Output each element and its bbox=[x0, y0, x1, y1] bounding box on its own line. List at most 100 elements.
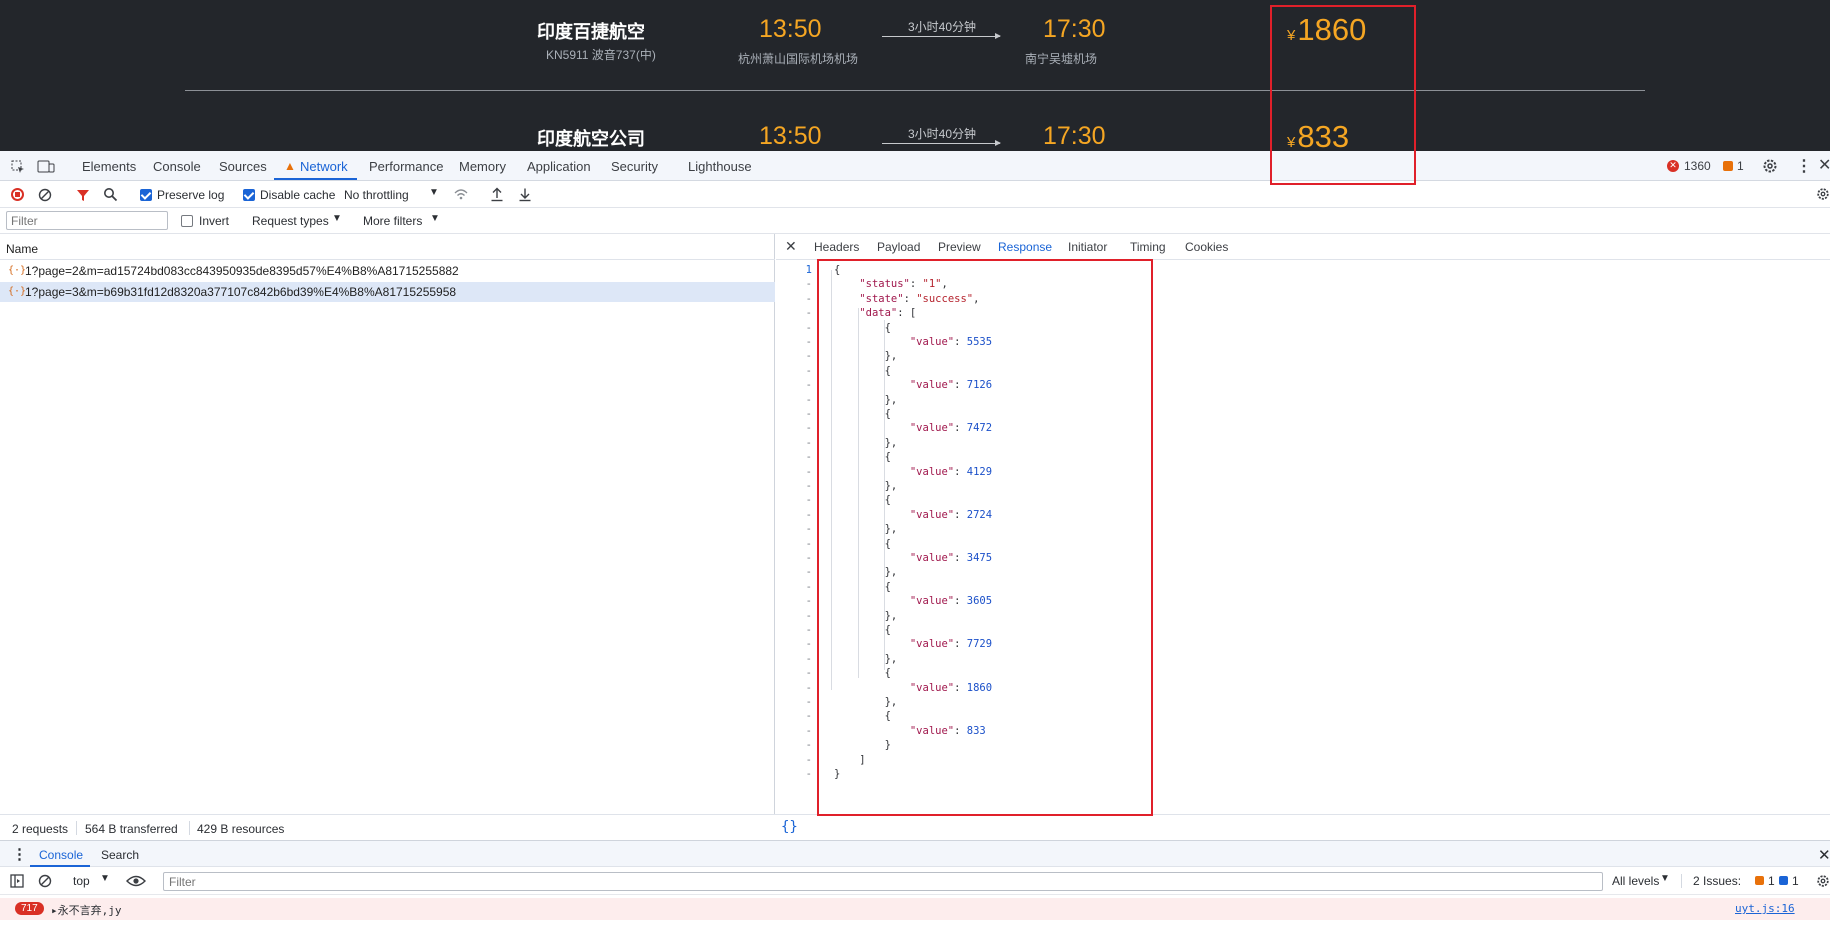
response-highlight-box bbox=[817, 259, 1153, 816]
throttling-select[interactable]: No throttling bbox=[344, 188, 409, 202]
repeat-count-badge: 717 bbox=[15, 902, 44, 915]
issue-warning-count[interactable]: 1 bbox=[1768, 874, 1775, 888]
tab-lighthouse[interactable]: Lighthouse bbox=[688, 159, 752, 174]
line-marker: - bbox=[805, 451, 812, 463]
issues-label[interactable]: 2 Issues: bbox=[1693, 874, 1741, 888]
warning-badge-icon[interactable] bbox=[1723, 161, 1733, 171]
console-settings-gear-icon[interactable] bbox=[1816, 874, 1830, 888]
line-marker: - bbox=[805, 394, 812, 406]
sidebar-toggle-icon[interactable] bbox=[10, 874, 24, 888]
line-marker: - bbox=[805, 696, 812, 708]
pretty-print-icon[interactable]: {} bbox=[781, 819, 798, 835]
error-icon[interactable]: ✕ bbox=[1667, 160, 1679, 172]
tab-headers[interactable]: Headers bbox=[814, 240, 859, 254]
line-marker: - bbox=[805, 638, 812, 650]
line-marker: - bbox=[805, 466, 812, 478]
tab-elements[interactable]: Elements bbox=[82, 159, 136, 174]
clear-icon[interactable] bbox=[38, 188, 52, 202]
invert-checkbox[interactable] bbox=[181, 215, 193, 227]
chevron-down-icon[interactable]: ▼ bbox=[430, 213, 440, 224]
request-row[interactable]: {·} 1?page=2&m=ad15724bd083cc843950935de… bbox=[0, 261, 775, 281]
console-filter-input[interactable] bbox=[163, 872, 1603, 891]
network-conditions-icon[interactable] bbox=[453, 187, 469, 201]
network-settings-gear-icon[interactable] bbox=[1816, 187, 1830, 201]
line-marker: - bbox=[805, 494, 812, 506]
flight-separator bbox=[185, 90, 1645, 91]
preserve-log-checkbox[interactable] bbox=[140, 189, 152, 201]
error-count[interactable]: 1360 bbox=[1684, 159, 1711, 173]
line-marker: - bbox=[805, 422, 812, 434]
tab-performance[interactable]: Performance bbox=[369, 159, 443, 174]
tab-payload[interactable]: Payload bbox=[877, 240, 920, 254]
line-marker: - bbox=[805, 437, 812, 449]
warning-count[interactable]: 1 bbox=[1737, 159, 1744, 173]
network-status-bar: 2 requests 564 B transferred 429 B resou… bbox=[0, 814, 1830, 840]
filter-funnel-icon[interactable] bbox=[76, 188, 90, 202]
departure-time: 13:50 bbox=[759, 122, 822, 150]
source-link[interactable]: uyt.js:16 bbox=[1735, 902, 1795, 915]
more-options-icon[interactable]: ⋮ bbox=[1796, 156, 1812, 176]
close-drawer-icon[interactable]: ✕ bbox=[1818, 846, 1830, 864]
chevron-down-icon[interactable]: ▼ bbox=[100, 873, 110, 884]
tab-network[interactable]: Network bbox=[300, 159, 348, 174]
drawer-tab-search[interactable]: Search bbox=[101, 848, 139, 862]
issue-warning-icon bbox=[1755, 876, 1764, 885]
line-number: 1 bbox=[805, 264, 812, 276]
arrival-time: 17:30 bbox=[1043, 122, 1106, 150]
line-marker: - bbox=[805, 379, 812, 391]
log-levels-dropdown[interactable]: All levels bbox=[1612, 874, 1659, 888]
close-detail-icon[interactable]: ✕ bbox=[785, 238, 797, 255]
more-filters-dropdown[interactable]: More filters bbox=[363, 214, 422, 228]
console-message-text[interactable]: ▸永不言弃,jy bbox=[51, 902, 122, 918]
import-upload-icon[interactable] bbox=[490, 187, 504, 202]
export-download-icon[interactable] bbox=[518, 187, 532, 202]
request-types-dropdown[interactable]: Request types bbox=[252, 214, 329, 228]
issue-info-count[interactable]: 1 bbox=[1792, 874, 1799, 888]
inspect-element-icon[interactable] bbox=[10, 159, 26, 175]
tab-initiator[interactable]: Initiator bbox=[1068, 240, 1107, 254]
issue-info-icon bbox=[1779, 876, 1788, 885]
name-column-header[interactable]: Name bbox=[0, 234, 775, 260]
context-selector[interactable]: top bbox=[73, 874, 90, 888]
network-filter-input[interactable] bbox=[6, 211, 168, 230]
tab-memory[interactable]: Memory bbox=[459, 159, 506, 174]
line-marker: - bbox=[805, 653, 812, 665]
drawer-menu-icon[interactable]: ⋮ bbox=[12, 845, 27, 863]
warning-icon: ▲ bbox=[284, 159, 296, 173]
airline-name: 印度航空公司 bbox=[537, 129, 645, 149]
device-toolbar-icon[interactable] bbox=[37, 159, 55, 175]
console-toolbar: top ▼ All levels ▼ 2 Issues: 1 1 bbox=[0, 867, 1830, 895]
chevron-down-icon[interactable]: ▼ bbox=[1660, 873, 1670, 884]
departure-airport: 杭州萧山国际机场机场 bbox=[738, 52, 859, 66]
tab-security[interactable]: Security bbox=[611, 159, 658, 174]
settings-gear-icon[interactable] bbox=[1762, 158, 1778, 174]
line-marker: - bbox=[805, 523, 812, 535]
price-highlight-box bbox=[1270, 5, 1416, 185]
tab-cookies[interactable]: Cookies bbox=[1185, 240, 1228, 254]
network-toolbar: Preserve log Disable cache No throttling… bbox=[0, 181, 1830, 208]
chevron-down-icon[interactable]: ▼ bbox=[429, 187, 439, 198]
close-devtools-icon[interactable]: ✕ bbox=[1818, 155, 1830, 175]
chevron-down-icon[interactable]: ▼ bbox=[332, 213, 342, 224]
tab-application[interactable]: Application bbox=[527, 159, 591, 174]
tab-timing[interactable]: Timing bbox=[1130, 240, 1166, 254]
line-marker: - bbox=[805, 307, 812, 319]
line-marker: - bbox=[805, 595, 812, 607]
eye-icon[interactable] bbox=[126, 874, 146, 888]
request-row-selected[interactable]: {·} 1?page=3&m=b69b31fd12d8320a377107c84… bbox=[0, 282, 775, 302]
tab-sources[interactable]: Sources bbox=[219, 159, 267, 174]
xhr-json-icon: {·} bbox=[8, 265, 27, 276]
clear-console-icon[interactable] bbox=[38, 874, 52, 888]
record-stop-icon[interactable] bbox=[11, 188, 24, 201]
tab-response[interactable]: Response bbox=[998, 240, 1052, 254]
line-marker: - bbox=[805, 682, 812, 694]
console-message-row[interactable]: 717 ▸永不言弃,jy uyt.js:16 bbox=[0, 898, 1830, 920]
line-marker: - bbox=[805, 322, 812, 334]
drawer-tab-console[interactable]: Console bbox=[39, 848, 83, 862]
tab-preview[interactable]: Preview bbox=[938, 240, 981, 254]
line-marker: - bbox=[805, 725, 812, 737]
disable-cache-label: Disable cache bbox=[260, 188, 336, 202]
tab-console[interactable]: Console bbox=[153, 159, 201, 174]
search-icon[interactable] bbox=[103, 187, 118, 202]
disable-cache-checkbox[interactable] bbox=[243, 189, 255, 201]
